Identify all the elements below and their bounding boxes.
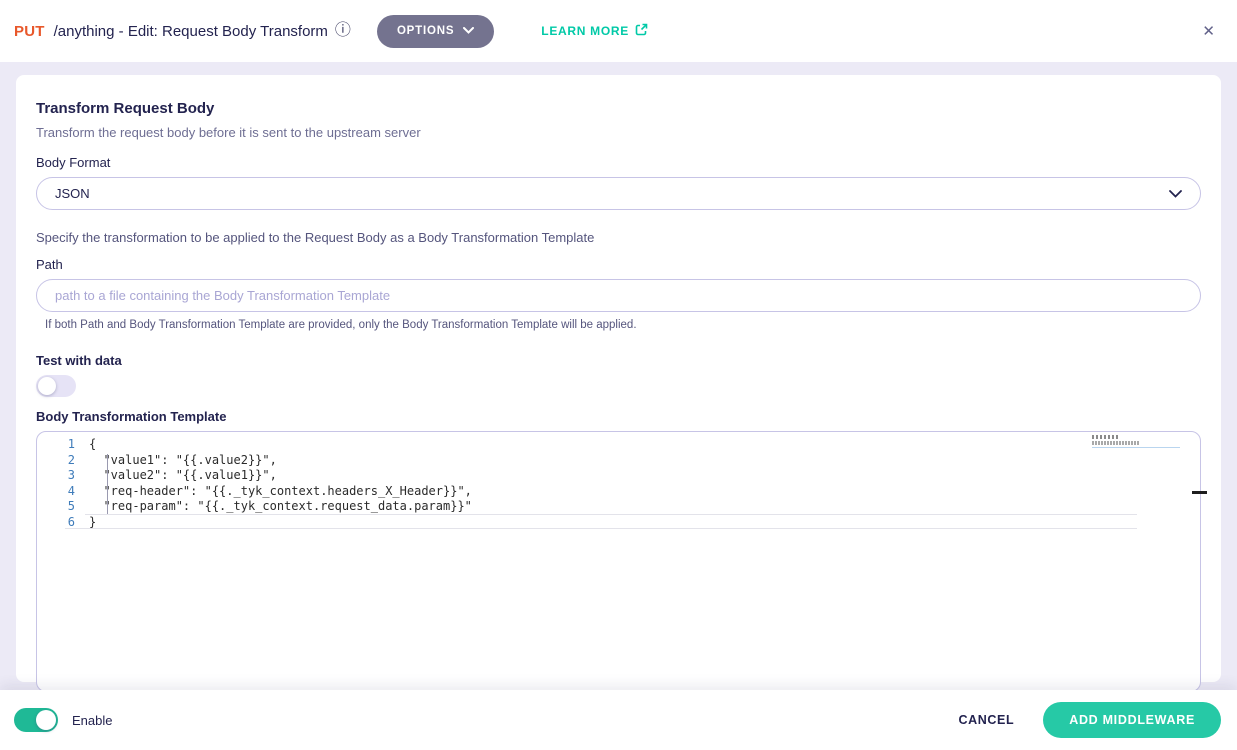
minimap-line: [1092, 441, 1140, 445]
editor-minimap[interactable]: [1092, 434, 1180, 448]
code-line[interactable]: 1 {: [37, 437, 1200, 453]
code-line[interactable]: 4 "req-header": "{{._tyk_context.headers…: [37, 484, 1200, 500]
info-icon[interactable]: ⓘ: [335, 23, 351, 39]
body-format-select[interactable]: JSON: [36, 177, 1201, 210]
line-number: 1: [37, 437, 89, 453]
options-button[interactable]: OPTIONS: [377, 15, 494, 48]
code-editor[interactable]: 1 { 2 "value1": "{{.value2}}", 3 "value2…: [36, 431, 1201, 690]
editor-row-divider: [65, 528, 1137, 529]
code-line[interactable]: 5 "req-param": "{{._tyk_context.request_…: [37, 499, 1200, 515]
path-input[interactable]: [36, 279, 1201, 312]
code-line[interactable]: 3 "value2": "{{.value1}}",: [37, 468, 1200, 484]
editor-row-divider: [85, 514, 1137, 515]
learn-more-label: LEARN MORE: [541, 24, 629, 38]
code-text: "req-header": "{{._tyk_context.headers_X…: [89, 484, 472, 500]
panel-subtitle: Transform the request body before it is …: [36, 125, 1201, 140]
body-format-value: JSON: [55, 186, 1169, 201]
body-format-label: Body Format: [36, 155, 1201, 170]
http-method-badge: PUT: [14, 23, 45, 40]
code-text: "value2": "{{.value1}}",: [89, 468, 277, 484]
editor-scrollbar[interactable]: [1192, 491, 1207, 494]
code-text: "value1": "{{.value2}}",: [89, 453, 277, 469]
content-background: Transform Request Body Transform the req…: [0, 62, 1237, 690]
chevron-down-icon: [1169, 185, 1182, 203]
chevron-down-icon: [463, 25, 474, 37]
enable-toggle[interactable]: [14, 708, 58, 732]
code-line[interactable]: 2 "value1": "{{.value2}}",: [37, 453, 1200, 469]
header-bar: PUT /anything - Edit: Request Body Trans…: [0, 0, 1237, 62]
close-icon[interactable]: ✕: [1198, 20, 1219, 43]
code-text: {: [89, 437, 96, 453]
toggle-knob: [38, 377, 56, 395]
transform-hint-text: Specify the transformation to be applied…: [36, 230, 1201, 245]
toggle-knob: [36, 710, 56, 730]
page-title: /anything - Edit: Request Body Transform: [54, 23, 328, 40]
enable-label: Enable: [72, 713, 112, 728]
middleware-panel: Transform Request Body Transform the req…: [16, 75, 1221, 682]
code-text: "req-param": "{{._tyk_context.request_da…: [89, 499, 472, 515]
test-with-data-label: Test with data: [36, 353, 1201, 368]
line-number: 3: [37, 468, 89, 484]
line-number: 2: [37, 453, 89, 469]
add-middleware-button[interactable]: ADD MIDDLEWARE: [1043, 702, 1221, 738]
request-body-transform-screen: PUT /anything - Edit: Request Body Trans…: [0, 0, 1237, 750]
indent-guide: [107, 454, 108, 515]
path-label: Path: [36, 257, 1201, 272]
test-with-data-toggle[interactable]: [36, 375, 76, 397]
panel-title: Transform Request Body: [36, 100, 1201, 117]
template-label: Body Transformation Template: [36, 409, 1201, 424]
line-number: 4: [37, 484, 89, 500]
cancel-button[interactable]: CANCEL: [959, 713, 1015, 727]
path-helper-text: If both Path and Body Transformation Tem…: [36, 319, 1201, 331]
options-button-label: OPTIONS: [397, 25, 454, 37]
minimap-line: [1092, 435, 1118, 439]
external-link-icon: [635, 23, 648, 39]
learn-more-link[interactable]: LEARN MORE: [541, 23, 648, 39]
footer-bar: Enable CANCEL ADD MIDDLEWARE: [0, 690, 1237, 750]
line-number: 5: [37, 499, 89, 515]
